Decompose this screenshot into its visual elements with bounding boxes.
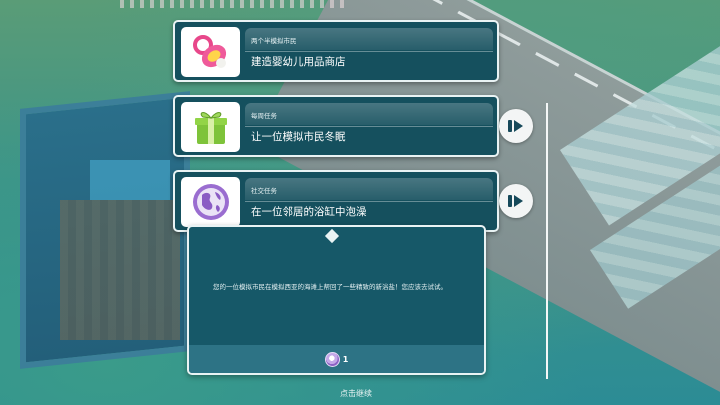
quest-card-hibernate[interactable]: 每周任务 让一位模拟市民冬眠 — [173, 95, 499, 157]
scroll-indicator — [546, 103, 548, 379]
skip-quest-button[interactable] — [499, 109, 533, 143]
gift-icon — [194, 112, 227, 144]
quest-card-baby-store[interactable]: 两个半模拟市民 建造婴幼儿用品商店 — [173, 20, 499, 82]
picket-fence — [120, 0, 350, 8]
quest-detail-panel: 您的一位模拟市民在模拟西亚的海滩上帮回了一些精致的新浴盐！您应该去试试。 1 — [187, 225, 486, 375]
reward-bar: 1 — [189, 345, 484, 373]
quest-title: 让一位模拟市民冬眠 — [251, 131, 346, 143]
continue-hint[interactable]: 点击继续 — [340, 388, 372, 399]
house-floor — [60, 200, 180, 340]
quest-card-social[interactable]: 社交任务 在一位邻居的浴缸中泡澡 — [173, 170, 499, 232]
reward-count: 1 — [342, 354, 349, 364]
quest-category: 两个半模拟市民 — [251, 37, 297, 45]
card-header-band — [245, 103, 493, 125]
quest-title: 在一位邻居的浴缸中泡澡 — [251, 206, 367, 218]
skip-quest-button[interactable] — [499, 184, 533, 218]
card-divider — [245, 126, 493, 127]
card-header-band — [245, 178, 493, 200]
card-divider — [245, 51, 493, 52]
skip-icon — [508, 195, 523, 207]
card-divider — [245, 201, 493, 202]
skip-icon — [508, 120, 523, 132]
quest-icon-frame — [181, 177, 240, 227]
globe-icon — [192, 184, 229, 220]
lifestyle-point-icon — [324, 351, 340, 367]
quest-icon-frame — [181, 27, 240, 77]
quest-icon-frame — [181, 102, 240, 152]
quest-category: 社交任务 — [251, 187, 277, 195]
quest-category: 每周任务 — [251, 112, 277, 120]
quest-description: 您的一位模拟市民在模拟西亚的海滩上帮回了一些精致的新浴盐！您应该去试试。 — [213, 283, 447, 291]
pacifier-icon — [192, 35, 226, 68]
quest-title: 建造婴幼儿用品商店 — [251, 56, 346, 68]
house-window-blue — [90, 160, 170, 200]
